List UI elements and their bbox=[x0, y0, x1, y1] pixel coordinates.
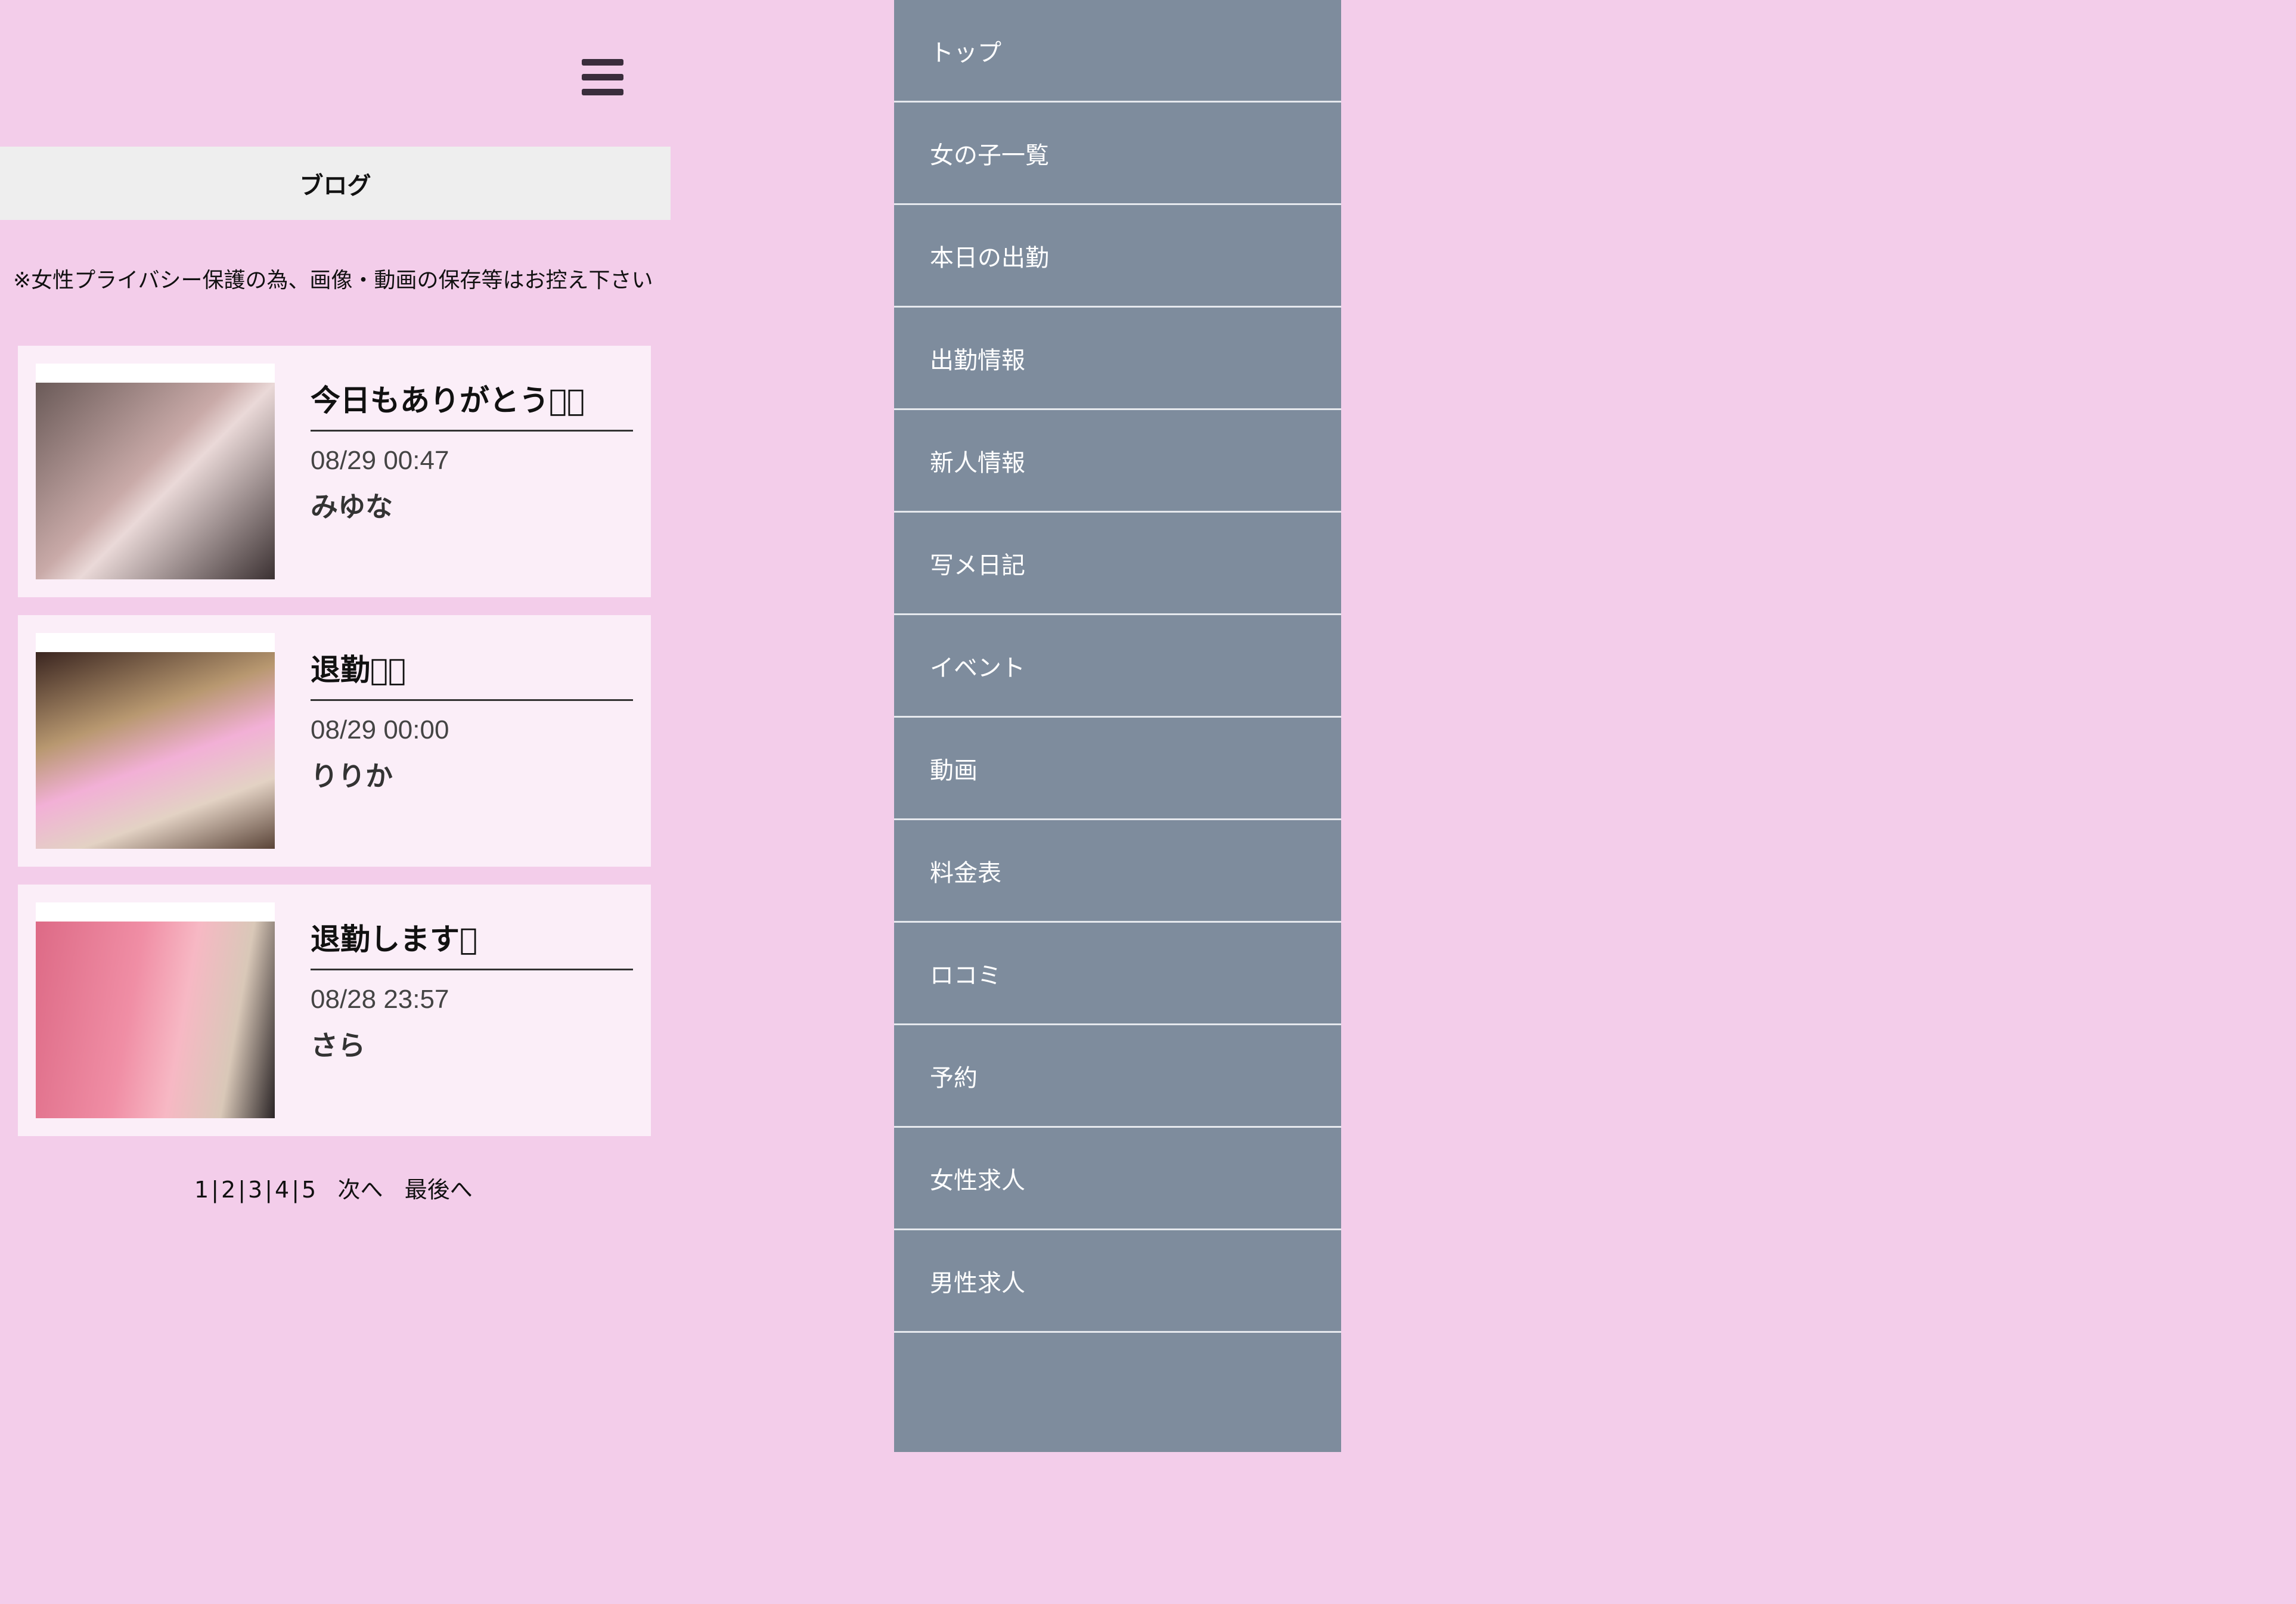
post-author: りりか bbox=[311, 760, 393, 792]
post-divider bbox=[311, 699, 633, 701]
page-separator: | bbox=[238, 1177, 246, 1203]
page-link-4[interactable]: 4 bbox=[275, 1177, 289, 1203]
hamburger-line bbox=[582, 59, 623, 66]
post-divider bbox=[311, 969, 633, 970]
menu-item-photo-diary[interactable]: 写メ日記 bbox=[894, 513, 1341, 615]
menu-item-top[interactable]: トップ bbox=[894, 0, 1341, 103]
menu-item-newcomers[interactable]: 新人情報 bbox=[894, 410, 1341, 513]
hamburger-line bbox=[582, 74, 623, 80]
blog-post-card[interactable]: 退勤􀎃􀎃 08/29 00:00 りりか bbox=[18, 615, 651, 867]
last-page-link[interactable]: 最後へ bbox=[405, 1177, 473, 1203]
menu-item-male-recruit[interactable]: 男性求人 bbox=[894, 1230, 1341, 1333]
page-link-2[interactable]: 2 bbox=[221, 1177, 235, 1203]
menu-item-reviews[interactable]: ロコミ bbox=[894, 923, 1341, 1025]
hamburger-line bbox=[582, 89, 623, 95]
post-thumbnail[interactable] bbox=[36, 902, 275, 1118]
page-link-5[interactable]: 5 bbox=[302, 1177, 316, 1203]
page-separator: | bbox=[265, 1177, 272, 1203]
blog-post-card[interactable]: 退勤します􀎃 08/28 23:57 さら bbox=[18, 885, 651, 1136]
post-date: 08/29 00:00 bbox=[311, 715, 449, 744]
menu-item-today-schedule[interactable]: 本日の出勤 bbox=[894, 205, 1341, 308]
post-thumbnail[interactable] bbox=[36, 633, 275, 849]
menu-item-events[interactable]: イベント bbox=[894, 615, 1341, 718]
page-link-1[interactable]: 1 bbox=[194, 1177, 209, 1203]
menu-item-reservation[interactable]: 予約 bbox=[894, 1025, 1341, 1128]
post-photo bbox=[36, 383, 275, 579]
post-author: みゆな bbox=[311, 491, 393, 523]
page-link-3[interactable]: 3 bbox=[248, 1177, 262, 1203]
privacy-notice: ※女性プライバシー保護の為、画像・動画の保存等はお控え下さい bbox=[13, 268, 653, 293]
post-title[interactable]: 退勤􀎃􀎃 bbox=[311, 646, 651, 689]
menu-item-girls-list[interactable]: 女の子一覧 bbox=[894, 103, 1341, 205]
post-author: さら bbox=[311, 1029, 365, 1062]
pagination: 1 | 2 | 3 | 4 | 5 次へ 最後へ bbox=[194, 1171, 473, 1204]
hamburger-menu-icon[interactable] bbox=[582, 59, 623, 96]
post-photo bbox=[36, 652, 275, 849]
menu-item-female-recruit[interactable]: 女性求人 bbox=[894, 1128, 1341, 1230]
menu-item-videos[interactable]: 動画 bbox=[894, 718, 1341, 820]
page-title: ブログ bbox=[299, 172, 371, 200]
page-title-bar: ブログ bbox=[0, 147, 671, 220]
post-divider bbox=[311, 430, 633, 432]
side-navigation-menu: トップ 女の子一覧 本日の出勤 出勤情報 新人情報 写メ日記 イベント 動画 料… bbox=[894, 0, 1341, 1452]
post-title[interactable]: 今日もありがとう􀎃􀎃 bbox=[311, 377, 651, 420]
post-thumbnail[interactable] bbox=[36, 364, 275, 579]
menu-item-pricing[interactable]: 料金表 bbox=[894, 820, 1341, 923]
post-date: 08/29 00:47 bbox=[311, 446, 449, 475]
page-separator: | bbox=[291, 1177, 299, 1203]
blog-post-card[interactable]: 今日もありがとう􀎃􀎃 08/29 00:47 みゆな bbox=[18, 346, 651, 597]
post-photo bbox=[36, 922, 275, 1118]
next-page-link[interactable]: 次へ bbox=[337, 1177, 383, 1203]
post-title[interactable]: 退勤します􀎃 bbox=[311, 916, 651, 958]
page-separator: | bbox=[211, 1177, 219, 1203]
menu-item-schedule[interactable]: 出勤情報 bbox=[894, 308, 1341, 410]
post-date: 08/28 23:57 bbox=[311, 985, 449, 1014]
